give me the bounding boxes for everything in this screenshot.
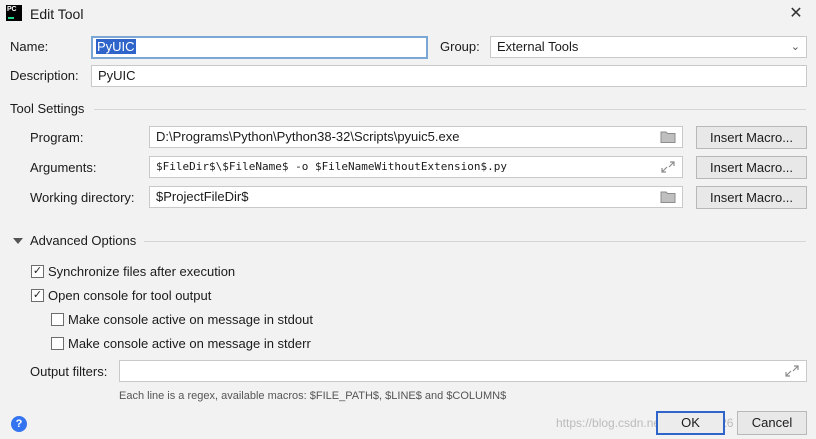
open-console-checkbox[interactable]: ✓ [31,289,44,302]
sync-files-label[interactable]: Synchronize files after execution [48,264,235,279]
cancel-button[interactable]: Cancel [737,411,807,435]
expand-icon[interactable] [784,364,800,378]
app-icon-text: PC [7,6,17,13]
working-directory-value: $ProjectFileDir$ [156,189,249,204]
working-directory-input[interactable]: $ProjectFileDir$ [149,186,683,208]
arguments-label: Arguments: [30,160,97,175]
insert-macro-button-working-dir[interactable]: Insert Macro... [696,186,807,209]
description-value: PyUIC [98,68,136,83]
description-input[interactable]: PyUIC [91,65,807,87]
pycharm-app-icon: PC [6,5,22,21]
section-divider [94,109,806,110]
collapse-triangle-icon[interactable] [13,238,23,244]
output-filters-input[interactable] [119,360,807,382]
insert-macro-button-arguments[interactable]: Insert Macro... [696,156,807,179]
program-label: Program: [30,130,84,145]
expand-icon[interactable] [660,160,676,174]
insert-macro-button-program[interactable]: Insert Macro... [696,126,807,149]
name-input[interactable]: PyUIC [91,36,428,59]
close-icon[interactable]: ✕ [786,4,806,24]
tool-settings-heading: Tool Settings [10,101,85,116]
arguments-value: $FileDir$\$FileName$ -o $FileNameWithout… [156,160,507,173]
working-directory-label: Working directory: [30,190,135,205]
arguments-input[interactable]: $FileDir$\$FileName$ -o $FileNameWithout… [149,156,683,178]
advanced-options-heading[interactable]: Advanced Options [30,233,136,248]
group-select[interactable]: External Tools ⌄ [490,36,807,58]
program-value: D:\Programs\Python\Python38-32\Scripts\p… [156,129,460,144]
folder-icon[interactable] [660,190,676,204]
sync-files-checkbox[interactable]: ✓ [31,265,44,278]
output-filters-hint: Each line is a regex, available macros: … [119,390,507,402]
program-input[interactable]: D:\Programs\Python\Python38-32\Scripts\p… [149,126,683,148]
open-console-label[interactable]: Open console for tool output [48,288,211,303]
console-active-stderr-checkbox[interactable] [51,337,64,350]
group-label: Group: [440,39,480,54]
console-active-stdout-label[interactable]: Make console active on message in stdout [68,312,313,327]
output-filters-label: Output filters: [30,364,108,379]
folder-icon[interactable] [660,130,676,144]
description-label: Description: [10,68,79,83]
help-icon[interactable]: ? [11,416,27,432]
title-bar [0,0,816,28]
group-value: External Tools [497,39,579,54]
name-label: Name: [10,39,49,54]
ok-button[interactable]: OK [656,411,725,435]
console-active-stderr-label[interactable]: Make console active on message in stderr [68,336,311,351]
window-title: Edit Tool [30,6,84,22]
name-value: PyUIC [96,39,136,54]
console-active-stdout-checkbox[interactable] [51,313,64,326]
chevron-down-icon: ⌄ [790,41,800,53]
section-divider [144,241,806,242]
